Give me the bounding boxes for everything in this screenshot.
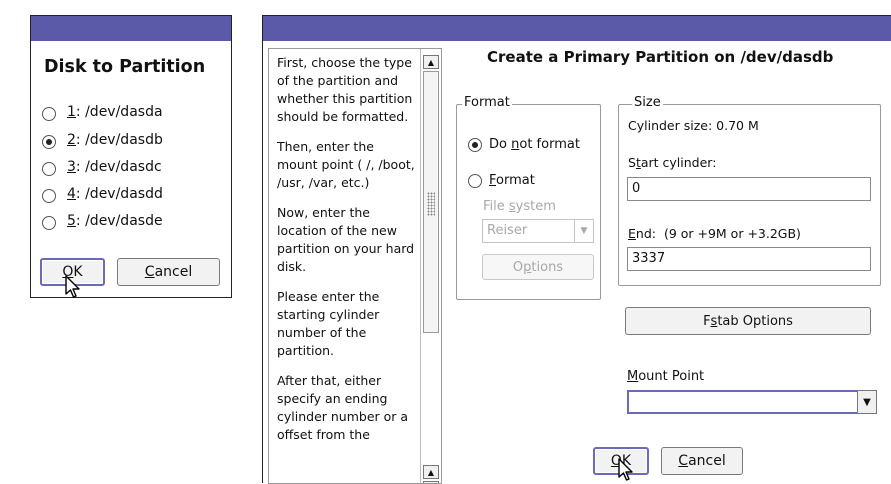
end-cylinder-label: End: (9 or +9M or +3.2GB) bbox=[628, 226, 801, 241]
end-cylinder-input[interactable]: 3337 bbox=[627, 247, 871, 271]
radio-do-not-format[interactable] bbox=[468, 138, 482, 152]
help-paragraph: Now, enter the location of the new parti… bbox=[277, 205, 415, 274]
cancel-button[interactable]: Cancel bbox=[661, 447, 743, 475]
disk-dialog-title: Disk to Partition bbox=[44, 57, 206, 77]
disk-option-label: 5: /dev/dasde bbox=[67, 213, 163, 229]
fstab-options-button[interactable]: Fs tab Options bbox=[625, 307, 871, 335]
chevron-down-icon[interactable]: ▼ bbox=[857, 390, 877, 414]
scrollbar-thumb[interactable] bbox=[423, 71, 439, 333]
help-paragraph: After that, either specify an ending cyl… bbox=[277, 373, 409, 442]
file-system-label: File system bbox=[483, 199, 556, 214]
help-text: First, choose the type of the partition … bbox=[277, 54, 417, 456]
start-cylinder-label: Start cylinder: bbox=[628, 155, 717, 170]
options-button[interactable]: Op tions bbox=[482, 254, 594, 280]
mount-point-combobox[interactable]: ▼ bbox=[627, 390, 877, 414]
help-paragraph: Please enter the starting cylinder numbe… bbox=[277, 289, 380, 358]
help-panel: First, choose the type of the partition … bbox=[268, 48, 442, 484]
file-system-select[interactable]: Reiser ▼ bbox=[482, 219, 594, 243]
disk-option-label: 2: /dev/dasdb bbox=[67, 132, 163, 148]
disk-dialog: Disk to Partition 1: /dev/dasda 2: /dev/… bbox=[30, 15, 232, 298]
mount-point-label: Mount Point bbox=[627, 369, 705, 384]
format-label[interactable]: Format bbox=[489, 173, 535, 188]
partition-dialog: First, choose the type of the partition … bbox=[262, 15, 891, 484]
mouse-cursor-icon bbox=[618, 458, 633, 481]
scroll-up-icon[interactable]: ▲ bbox=[423, 465, 439, 479]
cancel-button[interactable]: Cancel bbox=[117, 258, 220, 286]
cylinder-size-text: Cylinder size: 0.70 M bbox=[628, 118, 759, 133]
radio-disk-1[interactable] bbox=[42, 107, 56, 121]
radio-disk-3[interactable] bbox=[42, 162, 56, 176]
help-scrollbar[interactable]: ▲ ▲ ▼ bbox=[420, 49, 441, 483]
radio-format[interactable] bbox=[468, 174, 482, 188]
disk-option-label: 1: /dev/dasda bbox=[67, 104, 163, 120]
partition-dialog-titlebar[interactable] bbox=[263, 16, 891, 41]
radio-disk-4[interactable] bbox=[42, 189, 56, 203]
mouse-cursor-icon bbox=[65, 275, 80, 298]
disk-option-label: 4: /dev/dasdd bbox=[67, 186, 163, 202]
chevron-down-icon: ▼ bbox=[574, 220, 593, 242]
disk-option-label: 3: /dev/dasdc bbox=[67, 159, 162, 175]
format-legend: Format bbox=[462, 95, 512, 110]
page-title: Create a Primary Partition on /dev/dasdb bbox=[487, 48, 834, 66]
start-cylinder-input[interactable]: 0 bbox=[627, 177, 871, 201]
size-legend: Size bbox=[632, 95, 663, 110]
help-paragraph: First, choose the type of the partition … bbox=[277, 55, 413, 124]
disk-dialog-titlebar[interactable] bbox=[31, 16, 231, 41]
radio-disk-2[interactable] bbox=[42, 135, 56, 149]
radio-disk-5[interactable] bbox=[42, 216, 56, 230]
scroll-up-icon[interactable]: ▲ bbox=[423, 55, 439, 69]
do-not-format-label[interactable]: Do not format bbox=[489, 137, 580, 152]
help-paragraph: Then, enter the mount point ( /, /boot, … bbox=[277, 139, 415, 190]
grip-icon bbox=[427, 192, 435, 216]
